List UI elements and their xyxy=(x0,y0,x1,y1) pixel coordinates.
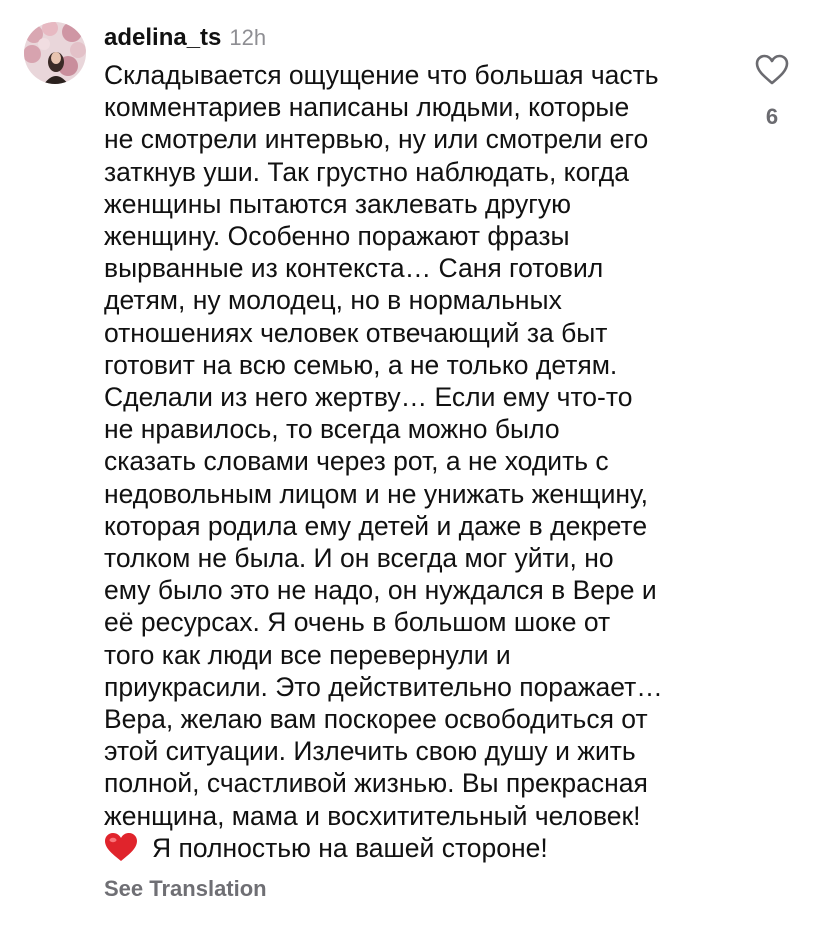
comment-line: этой ситуации. Излечить свою душу и жить xyxy=(104,736,636,767)
comment-line: детям, ну молодец, но в нормальных xyxy=(104,285,562,316)
see-translation-link[interactable]: See Translation xyxy=(104,876,267,902)
comment-last-line-text: Я полностью на вашей стороне! xyxy=(152,832,548,863)
user-avatar[interactable] xyxy=(24,22,86,84)
comment-line: приукрасили. Это действительно поражает… xyxy=(104,671,663,702)
comment-line: ему было это не надо, он нуждался в Вере… xyxy=(104,575,657,606)
comment-line: недовольным лицом и не унижать женщину, xyxy=(104,478,649,509)
comment-line: не смотрели интервью, ну или смотрели ег… xyxy=(104,124,649,155)
like-count: 6 xyxy=(765,104,779,129)
username[interactable]: adelina_ts xyxy=(104,24,221,52)
comment-line: Складывается ощущение что большая часть xyxy=(104,60,659,90)
comment-line: комментариев написаны людьми, которые xyxy=(104,92,630,123)
comment-line: толком не была. И он всегда мог уйти, но xyxy=(104,543,614,574)
comment-line: её ресурсах. Я очень в большом шоке от xyxy=(104,607,611,638)
comment-line: Вера, желаю вам поскорее освободиться от xyxy=(104,704,648,735)
comment-line: того как люди все перевернули и xyxy=(104,639,511,670)
comment-line: готовит на всю семью, а не только детям. xyxy=(104,349,618,380)
comment-line: заткнув уши. Так грустно наблюдать, когд… xyxy=(104,156,629,187)
comment-header: adelina_ts 12h xyxy=(104,24,266,54)
heart-outline-icon xyxy=(755,54,789,90)
comment-line: женщина, мама и восхитительный человек! xyxy=(104,800,641,831)
comment-line: отношениях человек отвечающий за быт xyxy=(104,317,608,348)
comment-line: сказать словами через рот, а не ходить с xyxy=(104,446,609,477)
red-heart-emoji-icon xyxy=(104,832,138,869)
comment-line: женщину. Особенно поражают фразы xyxy=(104,221,570,252)
comment-line: которая родила ему детей и даже в декрет… xyxy=(104,510,648,541)
comment-line: Я полностью на вашей стороне! xyxy=(104,832,724,869)
comment-line: женщины пытаются заклевать другую xyxy=(104,188,571,219)
comment-line: Сделали из него жертву… Если ему что-то xyxy=(104,382,633,413)
like-button[interactable] xyxy=(752,54,792,90)
comment-text: Складывается ощущение что большая часть к… xyxy=(104,59,724,869)
timestamp: 12h xyxy=(229,25,267,50)
comment-line: вырванные из контекста… Саня готовил xyxy=(104,253,604,284)
comment-line: полной, счастливой жизнью. Вы прекрасная xyxy=(104,768,648,799)
comment-line: не нравилось, то всегда можно было xyxy=(104,414,560,445)
